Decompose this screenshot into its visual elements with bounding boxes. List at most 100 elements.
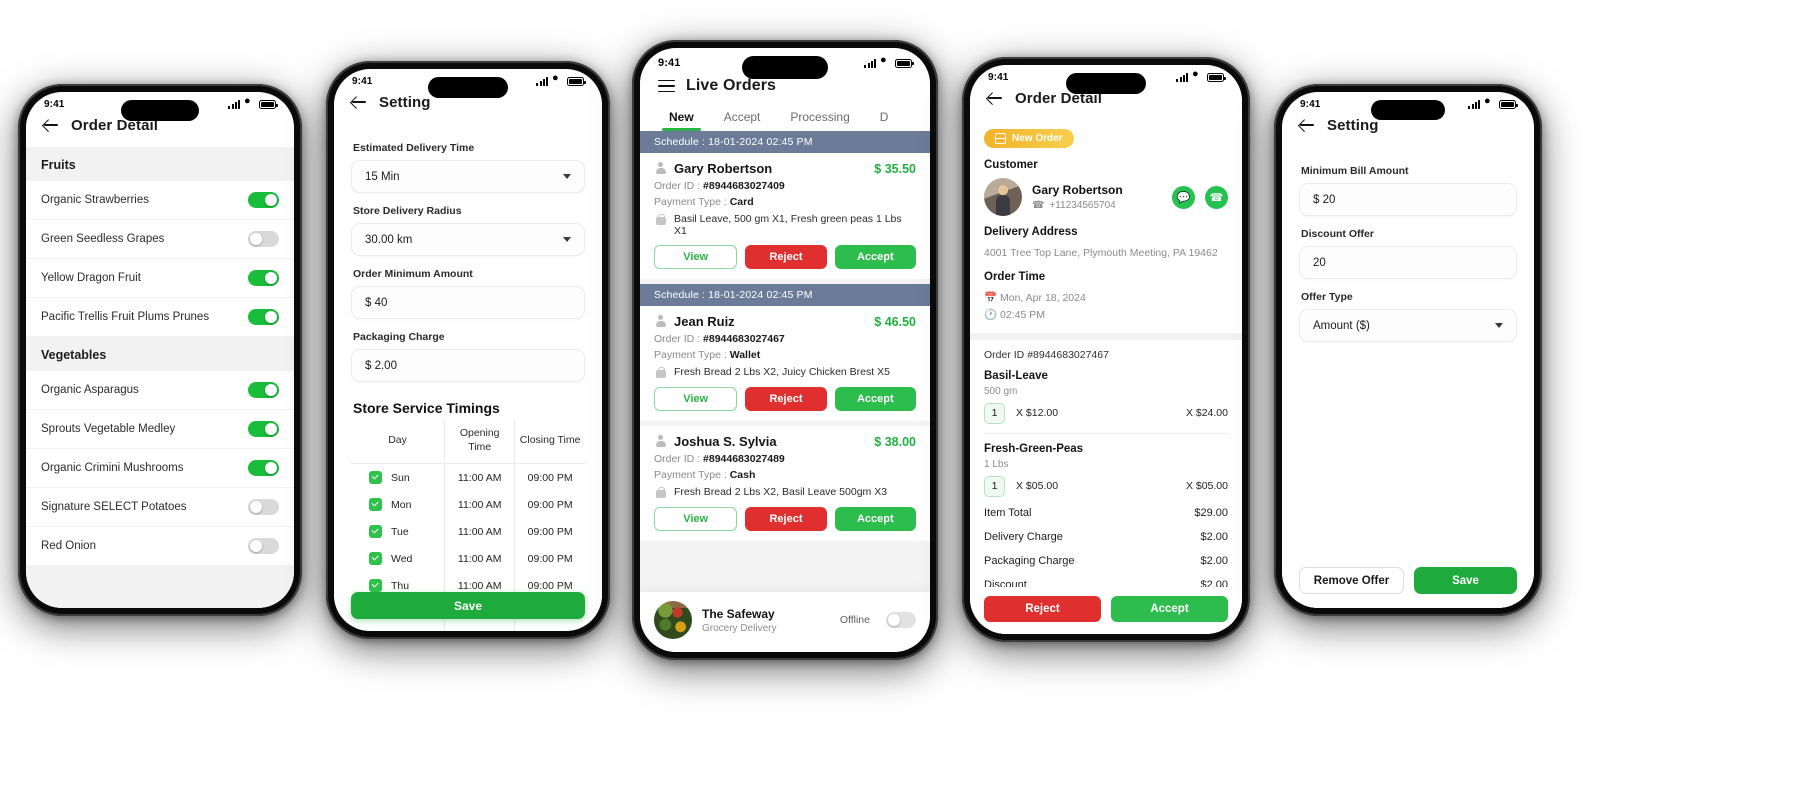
order-id: #8944683027409 (703, 180, 785, 192)
back-arrow-icon[interactable] (350, 93, 368, 111)
item-label: Green Seedless Grapes (41, 233, 165, 245)
day-label: Wed (391, 552, 413, 565)
section-heading-vegetables: Vegetables (26, 337, 294, 371)
field-label: Estimated Delivery Time (353, 142, 475, 154)
screenshot-stage: 9:41 Order Detail Fruits Organic Strawbe… (0, 0, 1811, 806)
day-checkbox[interactable] (369, 525, 382, 539)
reject-button[interactable]: Reject (745, 507, 827, 531)
estimated-delivery-time-select[interactable]: 15 Min (351, 160, 585, 193)
list-item[interactable]: Organic Asparagus (26, 371, 294, 410)
accept-button[interactable]: Accept (834, 245, 916, 269)
packaging-charge-input[interactable]: $ 2.00 (351, 349, 585, 382)
status-bar: 9:41 (640, 48, 930, 71)
accept-button[interactable]: Accept (834, 387, 916, 411)
item-weight: 500 gm (984, 385, 1018, 397)
store-online-toggle[interactable] (886, 612, 916, 628)
order-detail-body: New Order Customer Gary Robertson ☎ +1123… (970, 120, 1242, 634)
table-row[interactable]: Sat 11:00 AM 09:00 PM (351, 626, 585, 631)
table-header-row: Day Opening Time Closing Time (351, 420, 585, 465)
toggle-switch[interactable] (248, 270, 279, 286)
toggle-switch[interactable] (248, 538, 279, 554)
quantity-stepper[interactable]: 1 (984, 402, 1005, 424)
closing-time: 09:00 PM (527, 525, 573, 538)
order-minimum-amount-input[interactable]: $ 40 (351, 286, 585, 319)
view-button[interactable]: View (654, 507, 738, 531)
table-row[interactable]: Tue 11:00 AM 09:00 PM (351, 518, 585, 546)
reject-button[interactable]: Reject (984, 596, 1101, 622)
view-button[interactable]: View (654, 245, 738, 269)
status-time: 9:41 (658, 57, 681, 69)
tab-new[interactable]: New (654, 107, 709, 131)
status-badge: New Order (984, 129, 1074, 148)
order-card: Gary Robertson $ 35.50 Order ID : #89446… (640, 153, 930, 279)
day-checkbox[interactable] (369, 498, 382, 512)
list-item[interactable]: Red Onion (26, 527, 294, 565)
field-value: $ 2.00 (365, 359, 397, 372)
tab-delivered[interactable]: D (865, 107, 904, 131)
day-checkbox[interactable] (369, 579, 382, 593)
table-row[interactable]: Mon 11:00 AM 09:00 PM (351, 491, 585, 519)
accept-button[interactable]: Accept (1111, 596, 1228, 622)
minimum-bill-amount-input[interactable]: $ 20 (1299, 183, 1517, 216)
reject-button[interactable]: Reject (745, 245, 827, 269)
person-icon (654, 315, 667, 328)
store-delivery-radius-select[interactable]: 30.00 km (351, 223, 585, 256)
field-value: 30.00 km (365, 233, 413, 246)
order-schedule: Schedule : 18-01-2024 02:45 PM (640, 284, 930, 306)
phone-4-order-detail: 9:41 Order Detail New Order (962, 57, 1250, 642)
wifi-icon (880, 59, 891, 68)
save-button[interactable]: Save (351, 592, 585, 619)
list-item[interactable]: Organic Crimini Mushrooms (26, 449, 294, 488)
item-label: Red Onion (41, 540, 96, 552)
day-checkbox[interactable] (369, 471, 382, 485)
order-id-label: Order ID : (654, 180, 701, 192)
back-arrow-icon[interactable] (986, 89, 1004, 107)
field-value: $ 20 (1313, 193, 1336, 206)
toggle-switch[interactable] (248, 460, 279, 476)
list-item[interactable]: Signature SELECT Potatoes (26, 488, 294, 527)
toggle-switch[interactable] (248, 421, 279, 437)
toggle-switch[interactable] (248, 382, 279, 398)
list-item[interactable]: Yellow Dragon Fruit (26, 259, 294, 298)
field-value: $ 40 (365, 296, 388, 309)
table-row[interactable]: Sun 11:00 AM 09:00 PM (351, 463, 585, 492)
battery-icon (1207, 73, 1226, 82)
save-button[interactable]: Save (1414, 567, 1517, 594)
back-arrow-icon[interactable] (1298, 116, 1316, 134)
delivery-address-heading: Delivery Address (984, 226, 1078, 238)
table-row[interactable]: Wed 11:00 AM 09:00 PM (351, 545, 585, 573)
tab-accept[interactable]: Accept (709, 107, 776, 131)
back-arrow-icon[interactable] (42, 116, 60, 134)
toggle-switch[interactable] (248, 499, 279, 515)
toggle-switch[interactable] (248, 309, 279, 325)
column-header-opening: Opening Time (444, 420, 516, 465)
toggle-switch[interactable] (248, 192, 279, 208)
tab-processing[interactable]: Processing (775, 107, 864, 131)
list-item[interactable]: Sprouts Vegetable Medley (26, 410, 294, 449)
list-item[interactable]: Green Seedless Grapes (26, 220, 294, 259)
chat-button[interactable]: 💬 (1172, 185, 1195, 209)
customer-name: Jean Ruiz (674, 314, 735, 329)
field-value: 15 Min (365, 170, 400, 183)
list-item[interactable]: Organic Strawberries (26, 181, 294, 220)
reject-button[interactable]: Reject (745, 387, 827, 411)
toggle-switch[interactable] (248, 231, 279, 247)
phone-icon: ☎ (1032, 200, 1045, 211)
discount-offer-input[interactable]: 20 (1299, 246, 1517, 279)
order-id-label: Order ID : (654, 453, 701, 465)
hamburger-menu-icon[interactable] (658, 79, 675, 93)
item-label: Pacific Trellis Fruit Plums Prunes (41, 311, 210, 323)
list-item[interactable]: Pacific Trellis Fruit Plums Prunes (26, 298, 294, 337)
day-checkbox[interactable] (369, 552, 382, 566)
customer-name: Gary Robertson (674, 161, 773, 176)
order-card: Joshua S. Sylvia $ 38.00 Order ID : #894… (640, 426, 930, 541)
view-button[interactable]: View (654, 387, 738, 411)
offer-type-select[interactable]: Amount ($) (1299, 309, 1517, 342)
accept-button[interactable]: Accept (834, 507, 916, 531)
box-icon (995, 133, 1006, 144)
person-icon (654, 435, 667, 448)
call-button[interactable]: ☎ (1205, 185, 1228, 209)
quantity-stepper[interactable]: 1 (984, 475, 1005, 497)
summary-value: $2.00 (1200, 554, 1228, 567)
remove-offer-button[interactable]: Remove Offer (1299, 567, 1404, 594)
